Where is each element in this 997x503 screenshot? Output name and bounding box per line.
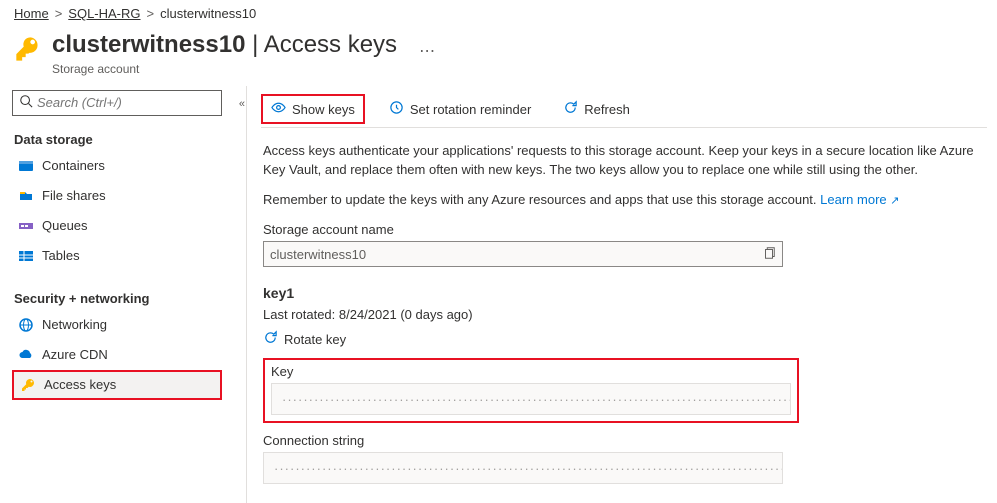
sidebar-item-label: Access keys (44, 377, 116, 392)
storage-account-name-label: Storage account name (263, 222, 985, 237)
access-keys-icon (20, 377, 36, 393)
key1-heading: key1 (263, 285, 985, 301)
sidebar-item-label: Tables (42, 248, 80, 263)
external-link-icon: ↗ (890, 195, 899, 207)
sidebar-item-label: Networking (42, 317, 107, 332)
breadcrumb-current: clusterwitness10 (160, 6, 256, 21)
sidebar-item-queues[interactable]: Queues (12, 211, 222, 241)
breadcrumb-sep-icon: > (147, 6, 155, 21)
file-shares-icon (18, 188, 34, 204)
more-actions-button[interactable]: ⋯ (419, 41, 435, 61)
rotate-icon (263, 330, 278, 348)
description-text-2: Remember to update the keys with any Azu… (263, 191, 985, 210)
clock-icon (389, 100, 404, 118)
connection-string-masked-field[interactable]: ········································… (263, 452, 783, 484)
key-icon (14, 35, 42, 63)
sidebar-item-tables[interactable]: Tables (12, 241, 222, 271)
key-label: Key (271, 364, 791, 379)
storage-account-name-value: clusterwitness10 (270, 247, 762, 262)
sidebar-item-azure-cdn[interactable]: Azure CDN (12, 340, 222, 370)
rotate-key-button[interactable]: Rotate key (263, 330, 346, 348)
section-data-storage: Data storage (12, 126, 222, 151)
toolbar-label: Set rotation reminder (410, 102, 531, 117)
search-icon (19, 94, 37, 111)
learn-more-link[interactable]: Learn more ↗ (820, 192, 899, 207)
sidebar-item-label: Queues (42, 218, 88, 233)
search-input[interactable] (37, 95, 215, 110)
rotate-key-label: Rotate key (284, 332, 346, 347)
page-header: clusterwitness10 | Access keys Storage a… (0, 23, 997, 86)
toolbar-label: Refresh (584, 102, 630, 117)
sidebar: « Data storage Containers File shares Qu… (0, 86, 228, 503)
toolbar: Show keys Set rotation reminder Refresh (261, 92, 987, 128)
connection-string-label: Connection string (263, 433, 985, 448)
eye-icon (271, 100, 286, 118)
networking-icon (18, 317, 34, 333)
collapse-sidebar-button[interactable]: « (239, 98, 242, 110)
copy-button[interactable] (762, 246, 776, 263)
tables-icon (18, 248, 34, 264)
main-content: Show keys Set rotation reminder Refresh … (247, 86, 997, 503)
set-rotation-button[interactable]: Set rotation reminder (381, 94, 539, 124)
sidebar-item-label: Containers (42, 158, 105, 173)
sidebar-item-access-keys[interactable]: Access keys (12, 370, 222, 400)
toolbar-label: Show keys (292, 102, 355, 117)
sidebar-item-file-shares[interactable]: File shares (12, 181, 222, 211)
page-subtitle: Storage account (52, 62, 397, 76)
cdn-icon (18, 347, 34, 363)
breadcrumb: Home > SQL-HA-RG > clusterwitness10 (0, 0, 997, 23)
sidebar-item-label: Azure CDN (42, 347, 108, 362)
last-rotated-text: Last rotated: 8/24/2021 (0 days ago) (263, 307, 985, 322)
queues-icon (18, 218, 34, 234)
refresh-icon (563, 100, 578, 118)
page-title: clusterwitness10 | Access keys (52, 31, 397, 60)
section-security-networking: Security + networking (12, 285, 222, 310)
breadcrumb-sep-icon: > (55, 6, 63, 21)
breadcrumb-home[interactable]: Home (14, 6, 49, 21)
show-keys-button[interactable]: Show keys (261, 94, 365, 124)
sidebar-item-label: File shares (42, 188, 106, 203)
key-masked-field[interactable]: ········································… (271, 383, 791, 415)
sidebar-search[interactable] (12, 90, 222, 116)
description-text: Access keys authenticate your applicatio… (263, 142, 985, 180)
containers-icon (18, 158, 34, 174)
refresh-button[interactable]: Refresh (555, 94, 638, 124)
breadcrumb-rg[interactable]: SQL-HA-RG (68, 6, 140, 21)
key-highlight-box: Key ····································… (263, 358, 799, 423)
sidebar-item-networking[interactable]: Networking (12, 310, 222, 340)
storage-account-name-field: clusterwitness10 (263, 241, 783, 267)
sidebar-item-containers[interactable]: Containers (12, 151, 222, 181)
